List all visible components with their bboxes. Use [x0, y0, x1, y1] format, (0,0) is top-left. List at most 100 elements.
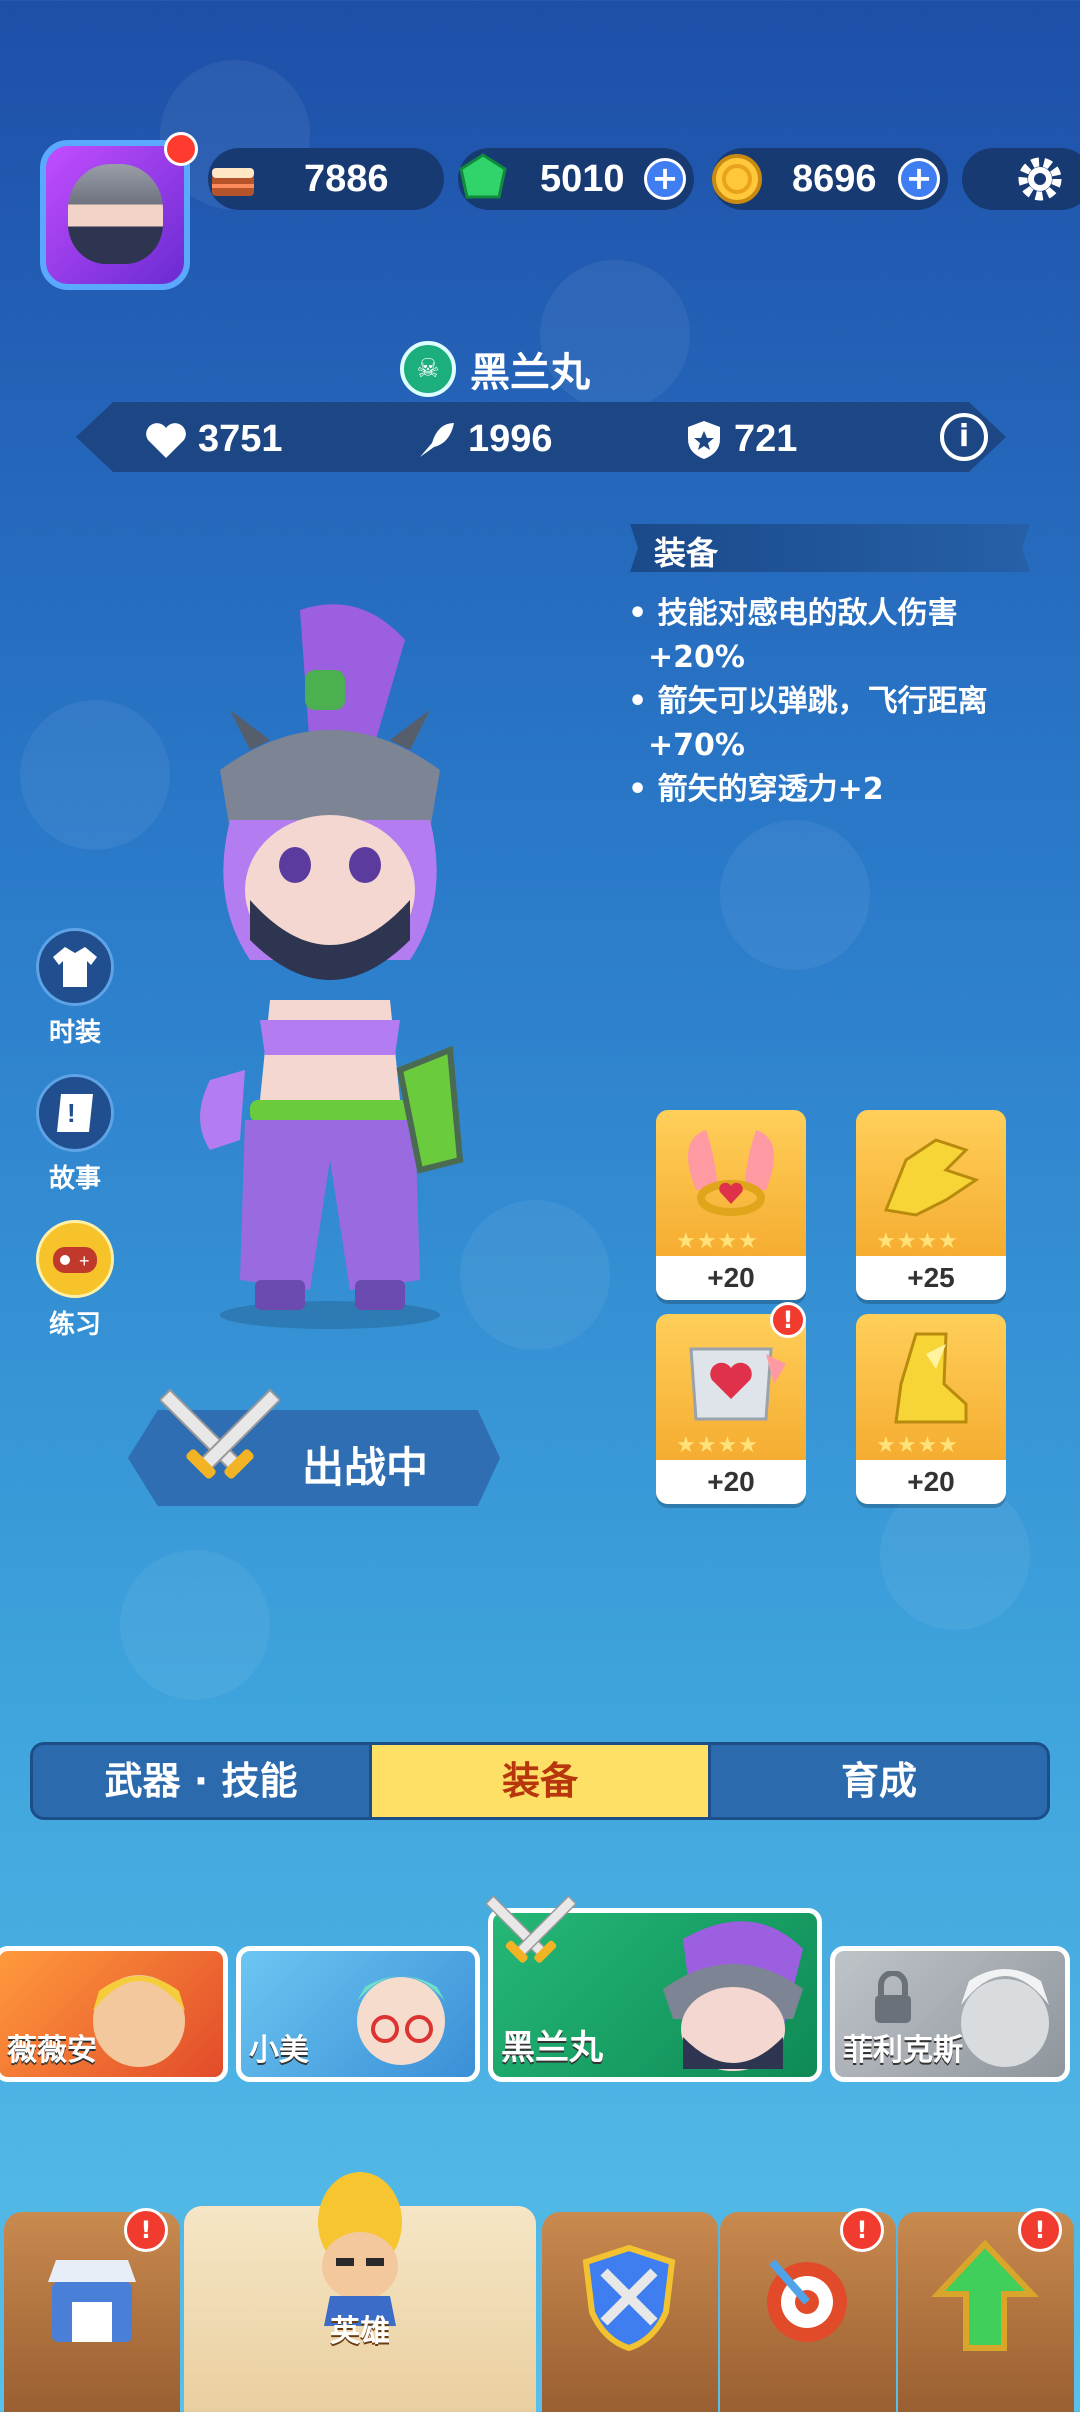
upgrade-arrow-icon — [931, 2239, 1039, 2351]
story-button[interactable]: ! 故事 — [34, 1074, 116, 1195]
scroll-icon: ! — [36, 1074, 114, 1152]
nav-battle[interactable] — [542, 2212, 718, 2412]
lock-icon — [875, 1971, 911, 2023]
star-rating: ★★★★ — [676, 1433, 759, 1458]
star-rating: ★★★★ — [876, 1433, 959, 1458]
hero-icon — [318, 2172, 402, 2326]
tab-training[interactable]: 育成 — [711, 1745, 1047, 1817]
effect-line: • 技能对感电的敌人伤害 — [628, 596, 958, 631]
gem-count: 5010 — [540, 158, 625, 200]
roster-hero-xiaomei[interactable]: 小美 — [236, 1946, 480, 2082]
hero-portrait — [663, 1921, 803, 2071]
info-button[interactable]: i — [940, 413, 988, 461]
tab-equipment[interactable]: 装备 — [369, 1745, 711, 1817]
effect-line: • 箭矢可以弹跳，飞行距离 — [628, 684, 988, 719]
cake-icon — [204, 150, 262, 208]
cake-resource: 7886 — [208, 148, 444, 210]
feather-icon — [420, 422, 454, 457]
practice-button[interactable]: + 练习 — [34, 1220, 116, 1341]
coin-count: 8696 — [792, 158, 877, 200]
add-gems-button[interactable]: + — [644, 158, 686, 200]
coin-icon — [708, 150, 766, 208]
effect-line: • 箭矢的穿透力+2 — [628, 772, 884, 807]
avatar-face — [68, 164, 163, 264]
skull-class-icon: ☠ — [400, 341, 456, 397]
star-rating: ★★★★ — [676, 1229, 759, 1254]
gamepad-icon: + — [36, 1220, 114, 1298]
equipment-panel-header: 装备 — [630, 524, 1030, 572]
heart-armor-icon — [689, 1347, 786, 1421]
hero-portrait — [93, 1975, 185, 2067]
equip-slot-gauntlet[interactable]: ★★★★ +25 — [856, 1110, 1006, 1300]
hero-name-label: 菲利克斯 — [843, 2033, 963, 2068]
roster-hero-vivian[interactable]: 薇薇安 — [0, 1946, 228, 2082]
roster-hero-felix-locked[interactable]: 菲利克斯 — [830, 1946, 1070, 2082]
gem-icon — [454, 150, 512, 208]
tab-weapon-skill[interactable]: 武器 · 技能 — [33, 1745, 369, 1817]
hero-tabs: 武器 · 技能 装备 育成 — [30, 1742, 1050, 1820]
alert-badge: ! — [770, 1302, 806, 1338]
target-arrow-icon — [767, 2259, 847, 2342]
equip-slot-boot[interactable]: ★★★★ +20 — [856, 1314, 1006, 1504]
svg-text:+: + — [79, 1251, 90, 1271]
bg-skull-decoration — [720, 820, 870, 970]
crossed-swords-icon — [486, 1895, 576, 1963]
hero-portrait — [961, 1969, 1049, 2067]
health-value: 3751 — [198, 418, 283, 460]
heart-icon — [146, 422, 186, 458]
equip-value: +20 — [656, 1256, 806, 1300]
coin-resource: 8696 + — [712, 148, 948, 210]
equip-value: +20 — [856, 1460, 1006, 1504]
equip-value: +25 — [856, 1256, 1006, 1300]
nav-heroes-label: 英雄 — [330, 2314, 390, 2349]
hero-name-label: 小美 — [249, 2033, 309, 2068]
notification-dot — [164, 132, 198, 166]
defense-value: 721 — [734, 418, 798, 460]
hero-name-row: ☠ 黑兰丸 — [400, 340, 590, 398]
alert-badge: ! — [840, 2208, 884, 2252]
alert-badge: ! — [1018, 2208, 1062, 2252]
add-coins-button[interactable]: + — [898, 158, 940, 200]
gear-icon — [1018, 157, 1062, 201]
hero-name: 黑兰丸 — [470, 350, 590, 396]
crossed-swords-icon — [160, 1388, 280, 1479]
settings-button[interactable] — [962, 148, 1080, 210]
hero-name-label: 黑兰丸 — [501, 2028, 603, 2068]
costume-label: 时装 — [48, 1018, 101, 1048]
hero-name-label: 薇薇安 — [7, 2033, 97, 2068]
equipment-effects: • 技能对感电的敌人伤害 +20% • 箭矢可以弹跳，飞行距离 +70% • 箭… — [628, 592, 1048, 812]
equip-value: +20 — [656, 1460, 806, 1504]
gem-resource: 5010 + — [458, 148, 694, 210]
deploy-label: 出战中 — [302, 1443, 429, 1492]
golden-gauntlet-icon — [883, 1138, 980, 1217]
equip-slot-armor[interactable]: ★★★★ +20 — [656, 1314, 806, 1504]
bg-skull-decoration — [460, 1200, 610, 1350]
shield-icon — [688, 420, 720, 459]
practice-label: 练习 — [48, 1310, 101, 1340]
attack-stat: 1996 — [414, 418, 553, 461]
golden-boot-icon — [894, 1332, 968, 1424]
costume-button[interactable]: 时装 — [34, 928, 116, 1049]
health-stat: 3751 — [144, 418, 283, 461]
battle-shield-icon — [582, 2244, 676, 2352]
player-avatar[interactable] — [40, 132, 198, 290]
attack-value: 1996 — [468, 418, 553, 460]
hero-character-model — [200, 604, 464, 1329]
nav-heroes[interactable]: 英雄 — [184, 2172, 536, 2412]
equipment-panel-title: 装备 — [654, 534, 719, 572]
effect-line: +70% — [648, 728, 745, 763]
effect-line: +20% — [648, 640, 745, 675]
svg-text:!: ! — [67, 1098, 76, 1128]
defense-stat: 721 — [684, 418, 797, 461]
cake-count: 7886 — [304, 158, 389, 200]
bg-skull-decoration — [120, 1550, 270, 1700]
shop-icon — [48, 2260, 136, 2342]
alert-badge: ! — [124, 2208, 168, 2252]
star-rating: ★★★★ — [876, 1229, 959, 1254]
winged-ring-icon — [688, 1130, 774, 1216]
shirt-icon — [36, 928, 114, 1006]
story-label: 故事 — [48, 1164, 101, 1194]
bg-skull-decoration — [20, 700, 170, 850]
equip-slot-ring[interactable]: ★★★★ +20 — [656, 1110, 806, 1300]
hero-portrait — [357, 1976, 445, 2065]
